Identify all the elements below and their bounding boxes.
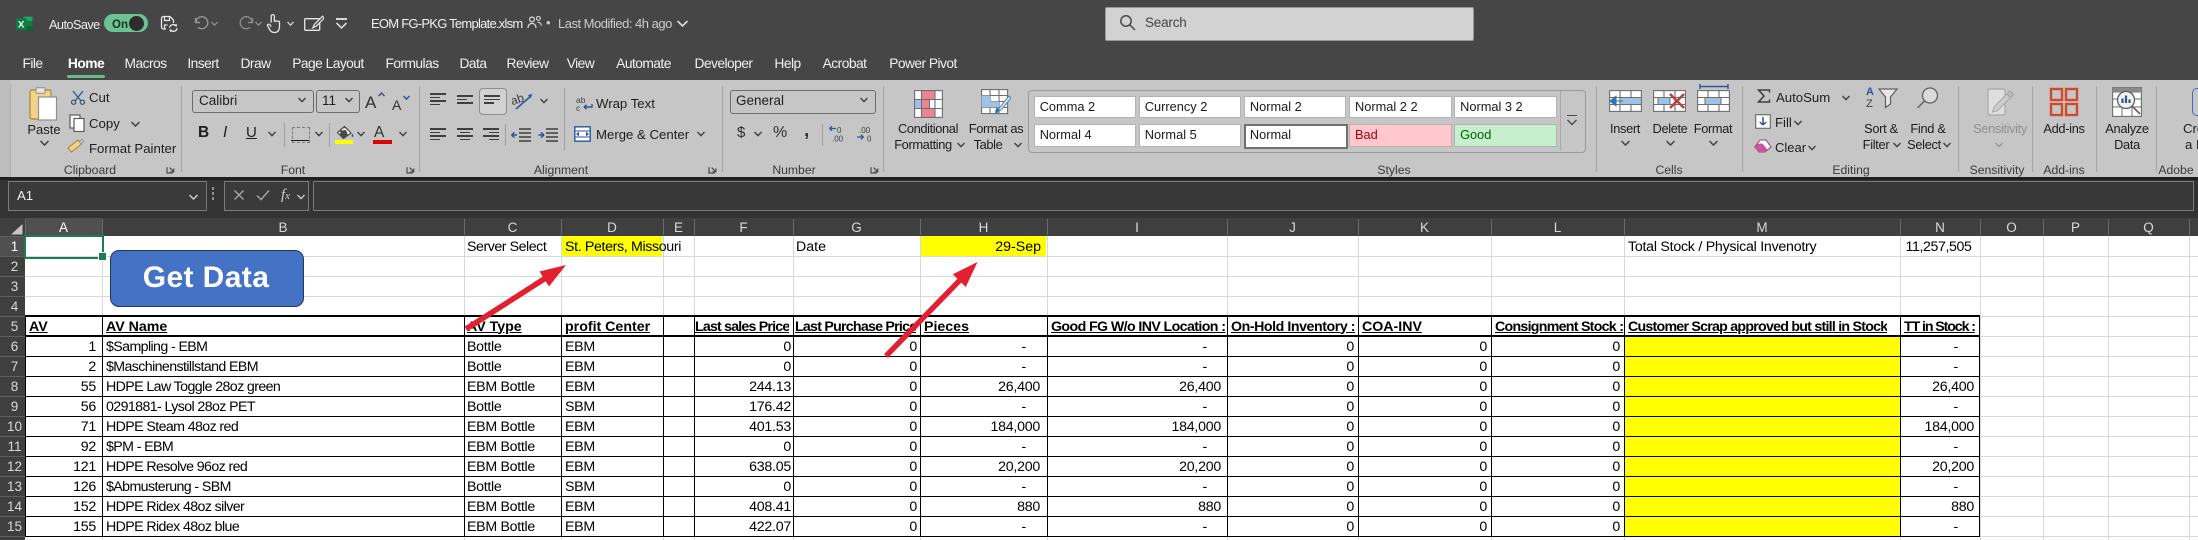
svg-text:.00: .00 (832, 135, 844, 143)
svg-text:X: X (18, 19, 25, 30)
svg-text:0: 0 (867, 135, 872, 143)
